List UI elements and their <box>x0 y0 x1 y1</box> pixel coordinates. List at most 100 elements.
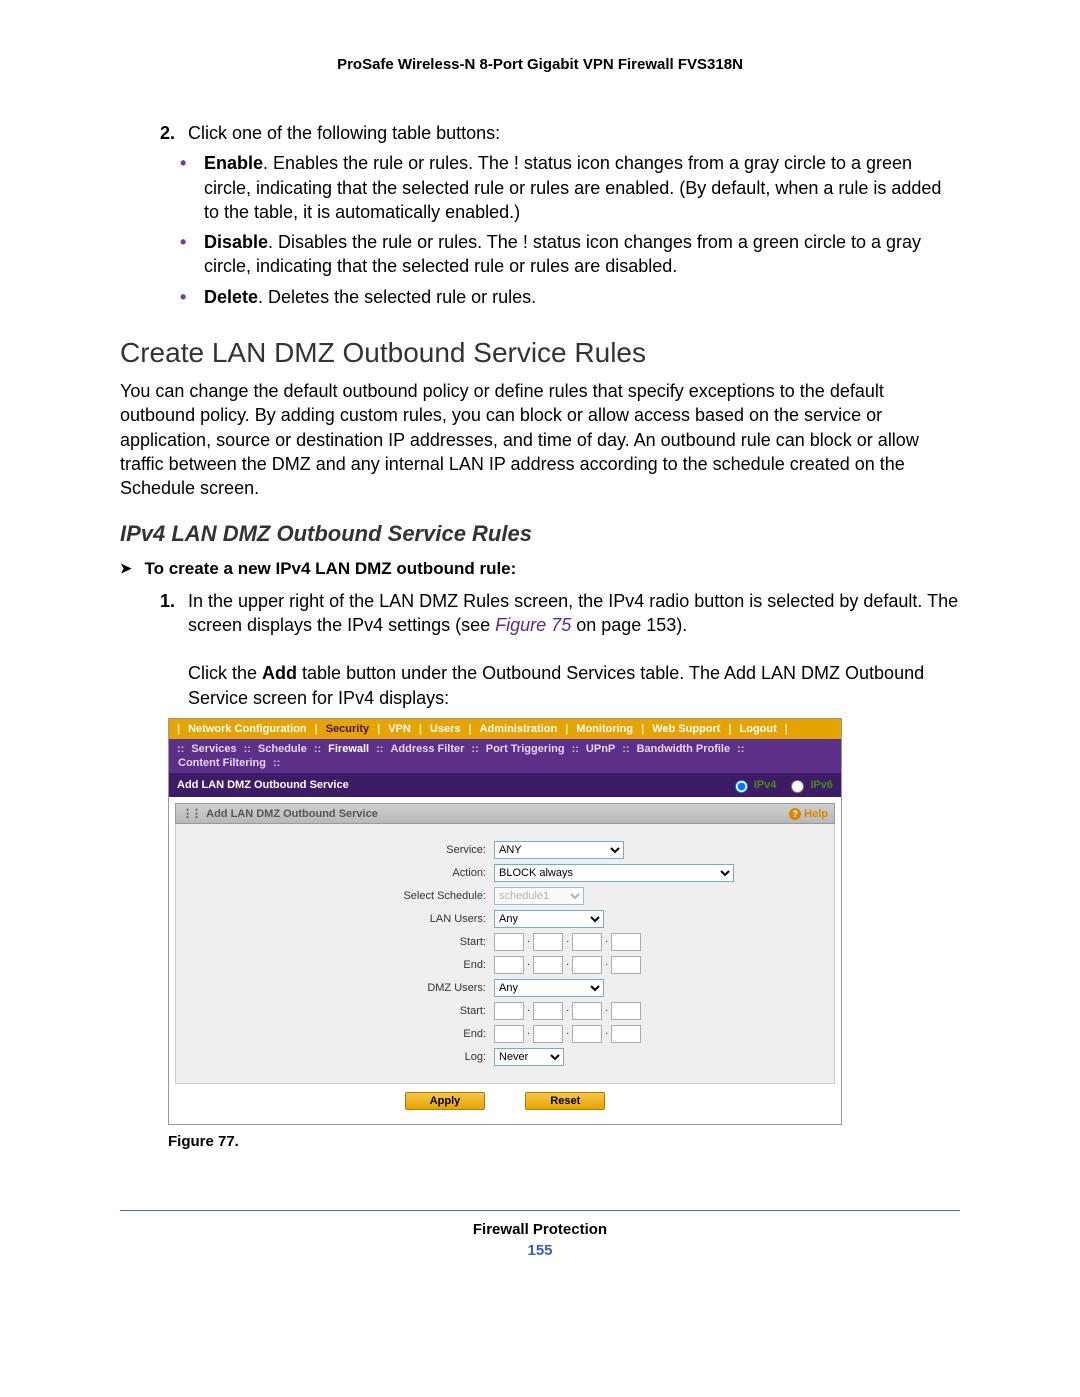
grip-icon: ⋮⋮ <box>182 808 200 820</box>
subsection-heading: IPv4 LAN DMZ Outbound Service Rules <box>120 521 960 547</box>
service-row: Service: ANY <box>176 841 834 859</box>
ip-octet-input[interactable] <box>533 933 563 951</box>
sub-tab[interactable]: Services <box>188 743 239 755</box>
main-tab[interactable]: Users <box>426 723 465 735</box>
bullet-text: Delete. Deletes the selected rule or rul… <box>204 285 536 309</box>
schedule-select[interactable]: schedule1 <box>494 887 584 905</box>
bullet-icon: • <box>180 285 204 309</box>
step-1-text: In the upper right of the LAN DMZ Rules … <box>188 589 960 710</box>
dmz-start-label: Start: <box>176 1005 494 1017</box>
main-tab[interactable]: Network Configuration <box>184 723 311 735</box>
main-tab[interactable]: Logout <box>736 723 781 735</box>
ip-octet-input[interactable] <box>611 1025 641 1043</box>
sub-tab[interactable]: Address Filter <box>387 743 467 755</box>
main-nav-tabs: |Network Configuration|Security|VPN|User… <box>169 719 841 739</box>
ip-octet-input[interactable] <box>611 933 641 951</box>
section-body: You can change the default outbound poli… <box>120 379 960 500</box>
sub-tab[interactable]: Bandwidth Profile <box>634 743 734 755</box>
procedure-title: ➤ To create a new IPv4 LAN DMZ outbound … <box>120 559 960 579</box>
ip-octet-input[interactable] <box>572 933 602 951</box>
lan-users-select[interactable]: Any <box>494 910 604 928</box>
help-link[interactable]: ? Help <box>789 808 828 820</box>
ip-octet-input[interactable] <box>572 1025 602 1043</box>
schedule-label: Select Schedule: <box>176 890 494 902</box>
step-2: 2. Click one of the following table butt… <box>160 121 960 145</box>
main-tab[interactable]: Web Support <box>648 723 724 735</box>
service-label: Service: <box>176 844 494 856</box>
ipv6-radio-input[interactable] <box>791 780 804 793</box>
step-number: 1. <box>160 589 188 710</box>
button-row: Apply Reset <box>175 1084 835 1118</box>
document-header: ProSafe Wireless-N 8-Port Gigabit VPN Fi… <box>120 56 960 73</box>
bullet-item: •Disable. Disables the rule or rules. Th… <box>180 230 960 279</box>
dmz-users-label: DMZ Users: <box>176 982 494 994</box>
form-area: Service: ANY Action: BLOCK always Select… <box>175 824 835 1084</box>
bullet-icon: • <box>180 151 204 224</box>
ip-octet-input[interactable] <box>533 1025 563 1043</box>
panel-header: ⋮⋮ Add LAN DMZ Outbound Service ? Help <box>175 803 835 824</box>
footer-page-number: 155 <box>120 1242 960 1259</box>
schedule-row: Select Schedule: schedule1 <box>176 887 834 905</box>
dmz-start-row: Start: ... <box>176 1002 834 1020</box>
dmz-end-label: End: <box>176 1028 494 1040</box>
lan-end-label: End: <box>176 959 494 971</box>
button-description-list: •Enable. Enables the rule or rules. The … <box>120 151 960 309</box>
apply-button[interactable]: Apply <box>405 1092 486 1110</box>
dmz-end-ip: ... <box>494 1025 641 1043</box>
bullet-text: Enable. Enables the rule or rules. The !… <box>204 151 960 224</box>
main-tab[interactable]: Monitoring <box>572 723 637 735</box>
procedure-text: To create a new IPv4 LAN DMZ outbound ru… <box>144 559 516 578</box>
lan-end-ip: ... <box>494 956 641 974</box>
help-icon: ? <box>789 808 801 820</box>
bullet-item: •Delete. Deletes the selected rule or ru… <box>180 285 960 309</box>
ip-octet-input[interactable] <box>611 956 641 974</box>
ip-version-switch: IPv4 IPv6 <box>730 777 833 793</box>
main-tab[interactable]: Administration <box>476 723 562 735</box>
bullet-text: Disable. Disables the rule or rules. The… <box>204 230 960 279</box>
log-row: Log: Never <box>176 1048 834 1066</box>
figure-reference-link[interactable]: Figure 75 <box>495 615 571 635</box>
ipv6-radio[interactable]: IPv6 <box>786 777 833 793</box>
ip-octet-input[interactable] <box>494 956 524 974</box>
service-select[interactable]: ANY <box>494 841 624 859</box>
ip-octet-input[interactable] <box>611 1002 641 1020</box>
figure-caption: Figure 77. <box>168 1133 960 1150</box>
ip-octet-input[interactable] <box>494 1002 524 1020</box>
main-tab[interactable]: VPN <box>384 723 415 735</box>
step-number: 2. <box>160 121 188 145</box>
sub-tab[interactable]: Content Filtering <box>175 757 269 769</box>
lan-start-label: Start: <box>176 936 494 948</box>
ip-octet-input[interactable] <box>533 956 563 974</box>
reset-button[interactable]: Reset <box>525 1092 605 1110</box>
ip-octet-input[interactable] <box>572 956 602 974</box>
ip-octet-input[interactable] <box>572 1002 602 1020</box>
action-label: Action: <box>176 867 494 879</box>
log-label: Log: <box>176 1051 494 1063</box>
dmz-users-row: DMZ Users: Any <box>176 979 834 997</box>
lan-start-ip: ... <box>494 933 641 951</box>
log-select[interactable]: Never <box>494 1048 564 1066</box>
action-select[interactable]: BLOCK always <box>494 864 734 882</box>
main-tab[interactable]: Security <box>322 723 373 735</box>
lan-start-row: Start: ... <box>176 933 834 951</box>
dmz-start-ip: ... <box>494 1002 641 1020</box>
dmz-end-row: End: ... <box>176 1025 834 1043</box>
breadcrumb-title: Add LAN DMZ Outbound Service <box>177 779 349 791</box>
ip-octet-input[interactable] <box>533 1002 563 1020</box>
section-heading: Create LAN DMZ Outbound Service Rules <box>120 337 960 369</box>
ipv4-radio[interactable]: IPv4 <box>730 777 777 793</box>
panel-title: ⋮⋮ Add LAN DMZ Outbound Service <box>182 807 378 820</box>
lan-users-label: LAN Users: <box>176 913 494 925</box>
ip-octet-input[interactable] <box>494 1025 524 1043</box>
lan-end-row: End: ... <box>176 956 834 974</box>
action-row: Action: BLOCK always <box>176 864 834 882</box>
dmz-users-select[interactable]: Any <box>494 979 604 997</box>
sub-tab[interactable]: Schedule <box>255 743 310 755</box>
sub-tab[interactable]: Port Triggering <box>483 743 568 755</box>
ip-octet-input[interactable] <box>494 933 524 951</box>
ipv4-radio-input[interactable] <box>735 780 748 793</box>
step-1: 1. In the upper right of the LAN DMZ Rul… <box>160 589 960 710</box>
sub-tab[interactable]: Firewall <box>325 743 372 755</box>
sub-tab[interactable]: UPnP <box>583 743 618 755</box>
footer-section-title: Firewall Protection <box>120 1221 960 1238</box>
